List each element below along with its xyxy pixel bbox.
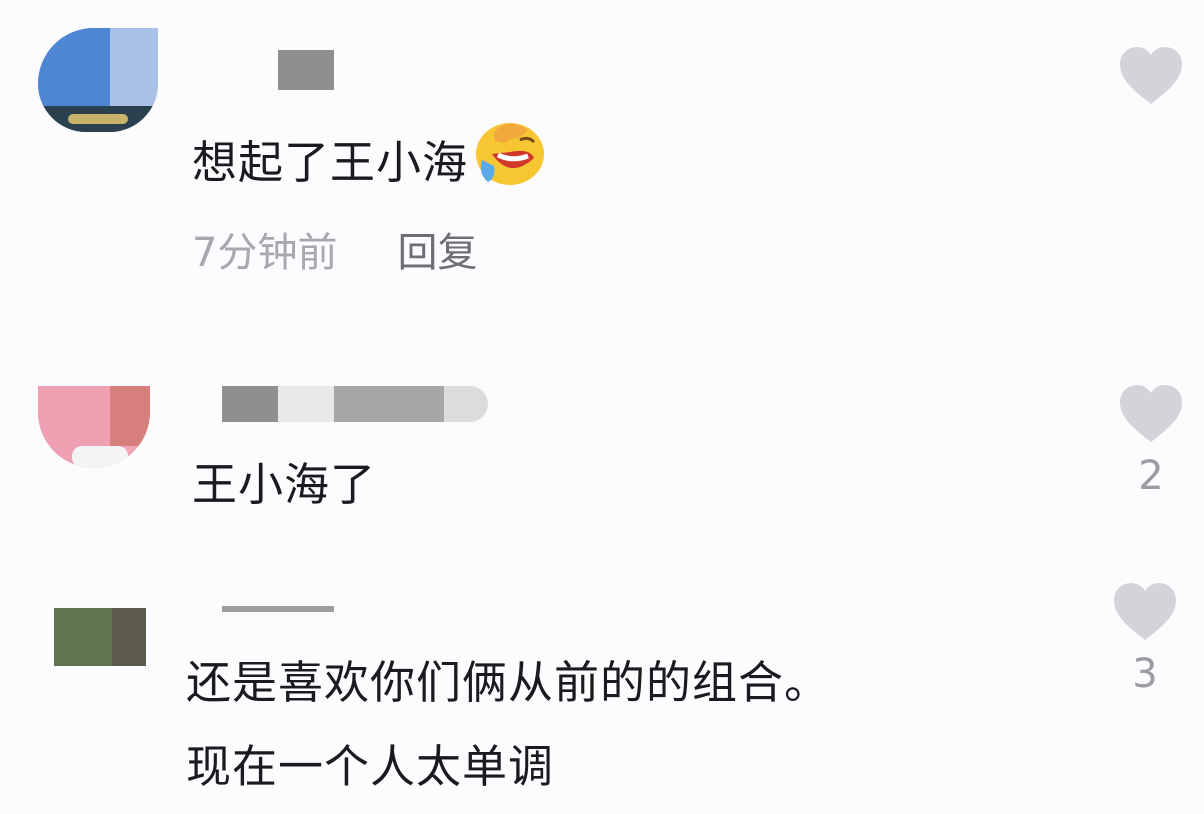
- username-redacted[interactable]: [222, 606, 334, 612]
- avatar[interactable]: [54, 608, 146, 666]
- like-button[interactable]: 3: [1110, 582, 1180, 696]
- comment-text-line-2: 现在一个人太单调: [186, 740, 555, 793]
- comment-item: 还是喜欢你们俩从前的的组合。 现在一个人太单调 3: [0, 0, 1204, 814]
- heart-icon: [1114, 583, 1176, 640]
- comment-text-line-1: 还是喜欢你们俩从前的的组合。: [186, 656, 831, 709]
- like-count: 3: [1132, 651, 1158, 697]
